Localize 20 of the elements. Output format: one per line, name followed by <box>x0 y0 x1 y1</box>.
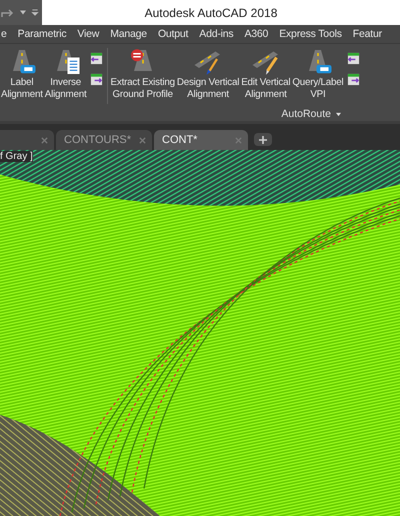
panel-title[interactable]: AutoRoute <box>281 108 331 120</box>
viewport-style-label[interactable]: f Gray ] <box>0 151 33 162</box>
ribbon-tool-button[interactable]: Design Vertical Alignment <box>176 48 240 101</box>
ribbon-tab[interactable]: Featur <box>352 28 382 40</box>
drawing-tab[interactable]: CONT* <box>154 130 248 150</box>
ribbon-tool-button[interactable]: Query/Label VPI <box>291 48 345 101</box>
ribbon-tool-button[interactable]: Extract Existing Ground Profile <box>110 48 176 101</box>
ribbon-tab[interactable]: A360 <box>244 28 268 40</box>
ribbon-tab[interactable]: View <box>77 28 100 40</box>
window-title: Autodesk AutoCAD 2018 <box>144 6 278 20</box>
ribbon-tool-button[interactable]: Label Alignment <box>0 48 44 101</box>
ribbon-tab[interactable]: Add-ins <box>199 28 234 40</box>
ribbon-tab[interactable]: Manage <box>110 28 147 40</box>
ribbon-tab[interactable]: Express Tools <box>279 28 342 40</box>
ribbon-tool-button[interactable]: Edit Vertical Alignment <box>240 48 292 101</box>
ribbon-tab[interactable]: Parametric <box>18 28 66 40</box>
ribbon-tab[interactable]: e <box>1 28 7 40</box>
ribbon-tool-button[interactable]: Inverse Alignment <box>44 48 88 101</box>
drawing-tab[interactable]: CONTOURS* <box>56 130 152 150</box>
ribbon-tab[interactable]: Output <box>158 28 188 40</box>
